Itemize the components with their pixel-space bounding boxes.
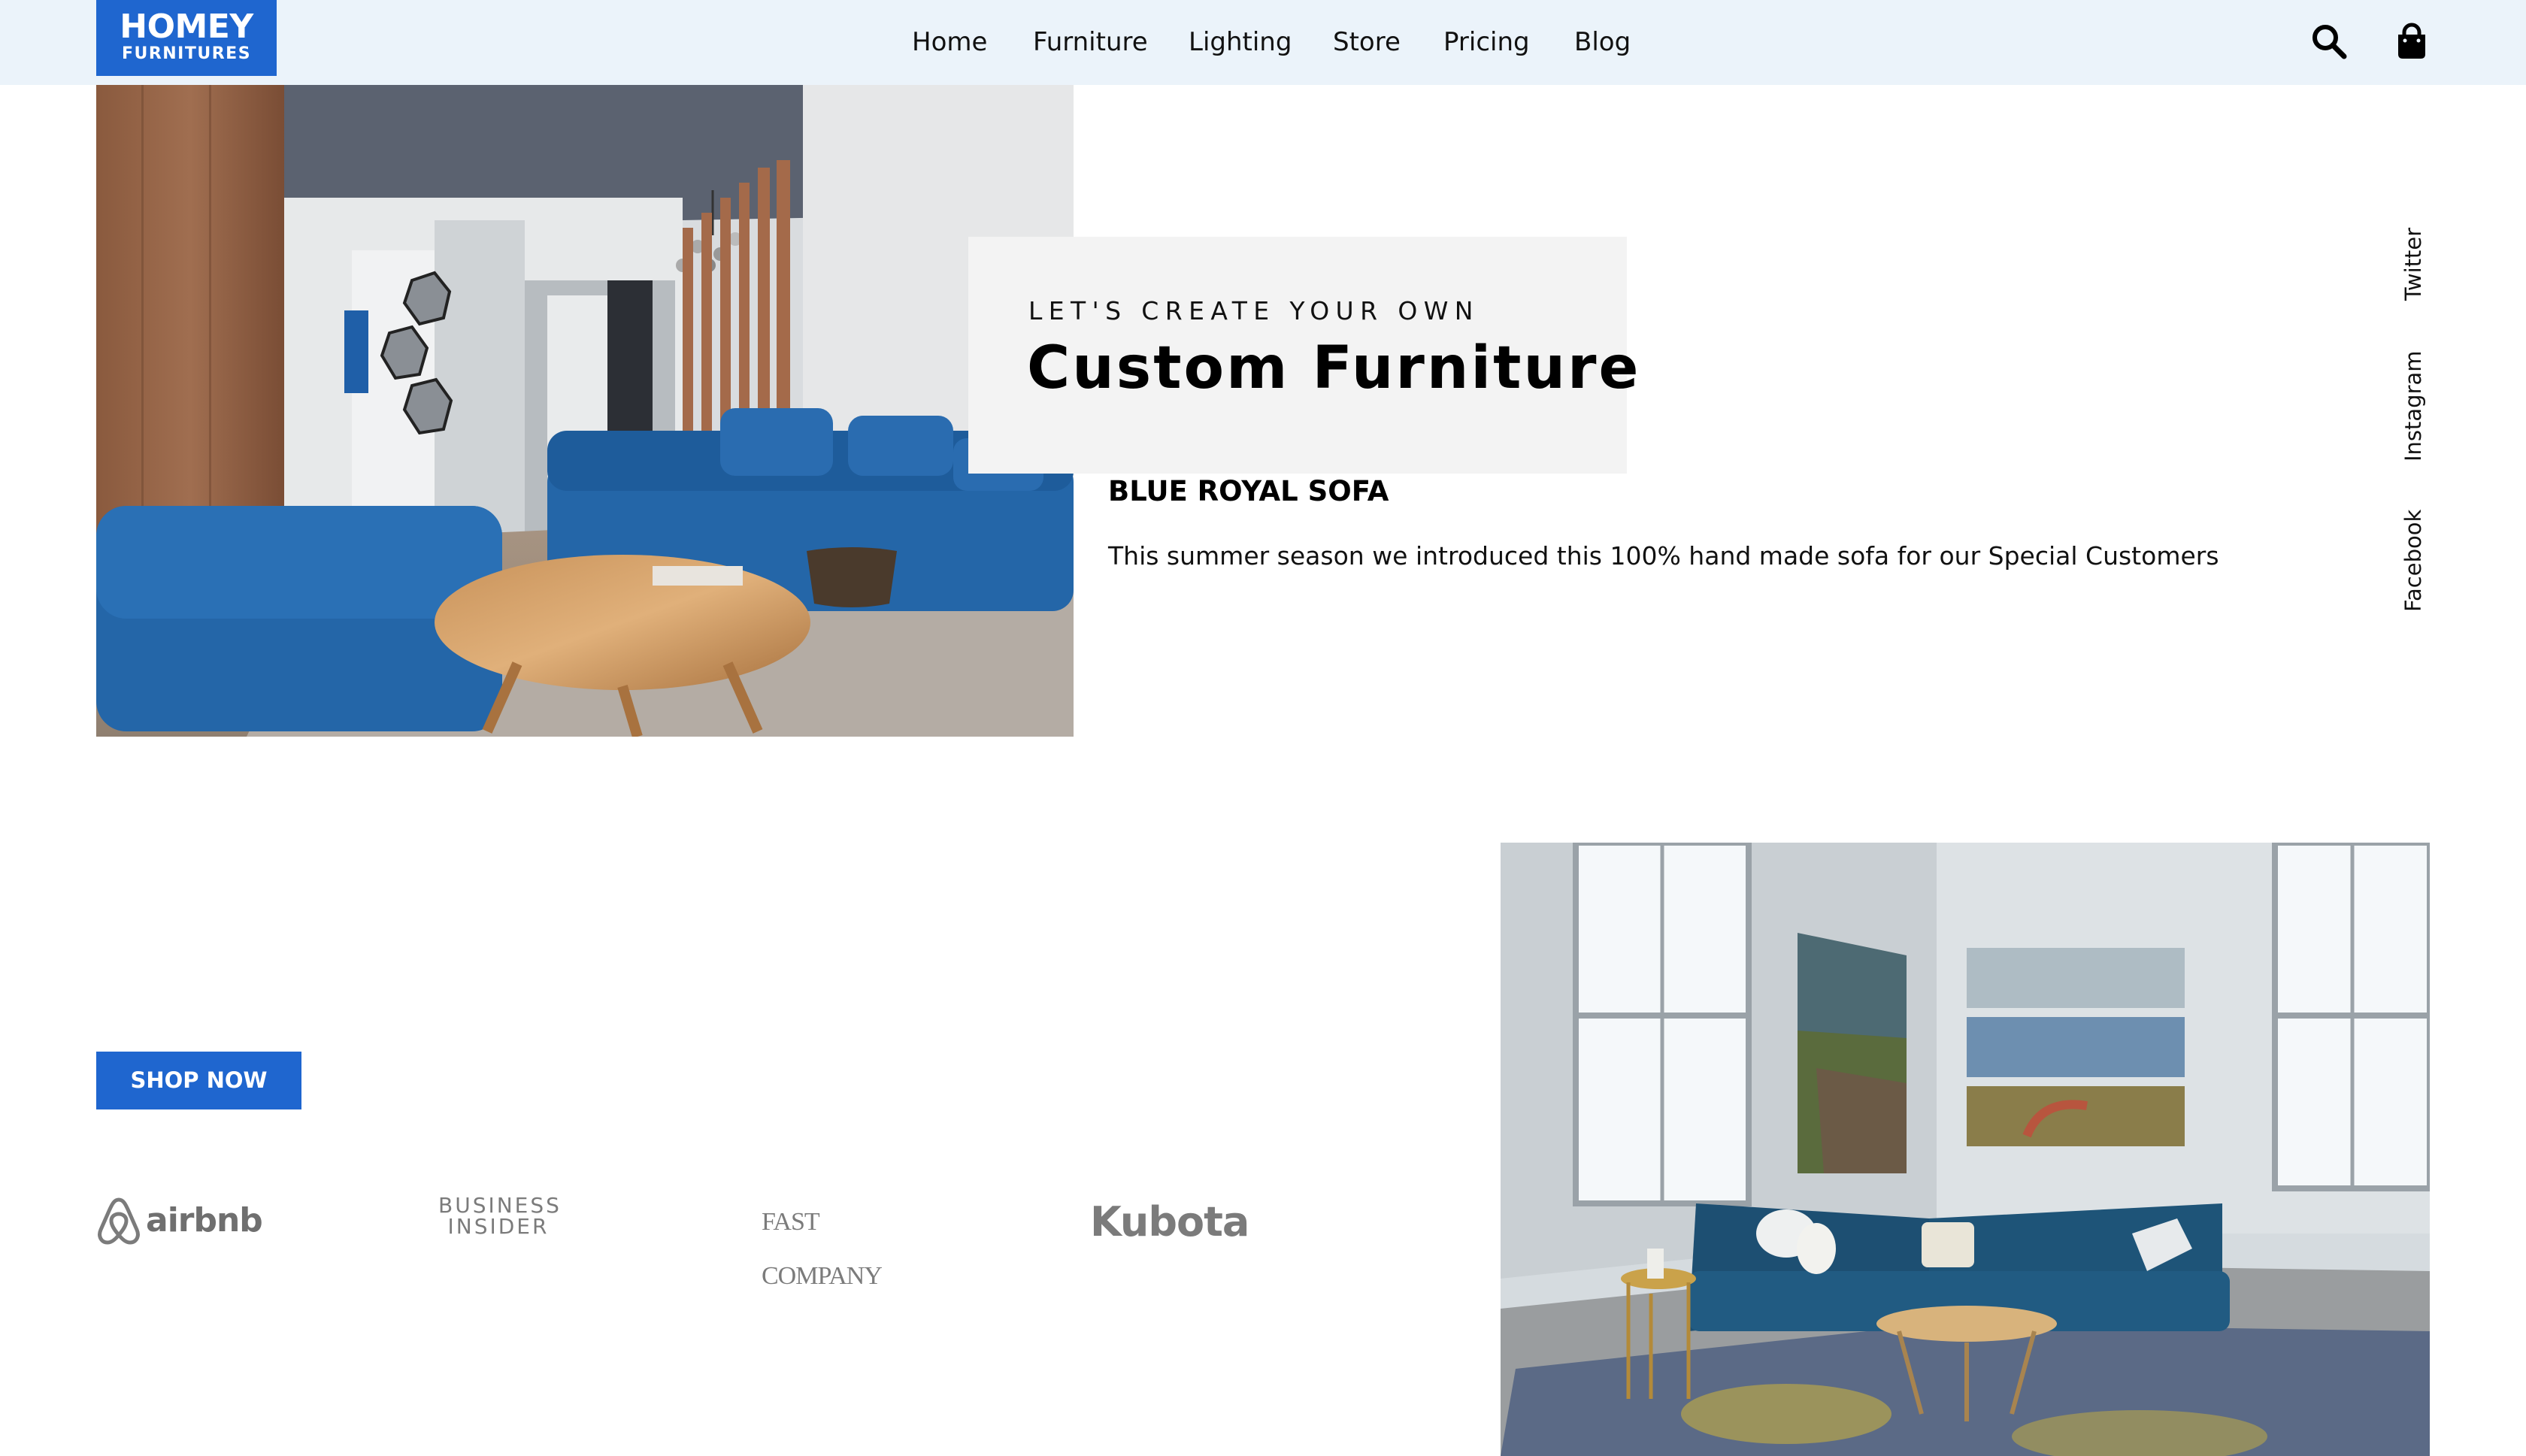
fast-company-logo: FAST COMPANY (762, 1208, 883, 1290)
hero-living-room-image (96, 85, 1074, 737)
shopping-bag-icon[interactable] (2393, 23, 2431, 60)
nav-store[interactable]: Store (1333, 26, 1401, 59)
business-insider-logo: BUSINESS INSIDER (438, 1195, 559, 1249)
business-insider-line-2: INSIDER (447, 1214, 550, 1239)
hero-subtitle: LET'S CREATE YOUR OWN (1028, 296, 1480, 325)
nav-furniture[interactable]: Furniture (1033, 26, 1148, 59)
shop-now-button[interactable]: SHOP NOW (96, 1052, 301, 1109)
social-instagram-label: Instagram (2400, 350, 2426, 462)
top-navbar: HOMEY FURNITURES Home Furniture Lighting… (0, 0, 2526, 85)
airbnb-logo-text: airbnb (146, 1201, 263, 1240)
search-icon[interactable] (2310, 23, 2348, 60)
nav-blog[interactable]: Blog (1574, 26, 1631, 59)
social-twitter-label: Twitter (2400, 227, 2426, 301)
kubota-logo: Kubota (1090, 1198, 1249, 1246)
social-facebook-label: Facebook (2400, 509, 2426, 612)
hero-title: Custom Furniture (1027, 334, 1641, 402)
nav-home[interactable]: Home (912, 26, 987, 59)
room-sectional-image (1501, 843, 2430, 1456)
product-name: BLUE ROYAL SOFA (1108, 475, 1389, 507)
product-description: This summer season we introduced this 10… (1108, 541, 2219, 571)
business-insider-line-1: BUSINESS (438, 1193, 562, 1218)
hero-overlay-card: LET'S CREATE YOUR OWN Custom Furniture (968, 237, 1638, 474)
airbnb-logo: airbnb (96, 1195, 263, 1249)
nav-lighting[interactable]: Lighting (1189, 26, 1292, 59)
nav-pricing[interactable]: Pricing (1443, 26, 1530, 59)
main-nav: Home Furniture Lighting Store Pricing Bl… (0, 0, 2526, 85)
